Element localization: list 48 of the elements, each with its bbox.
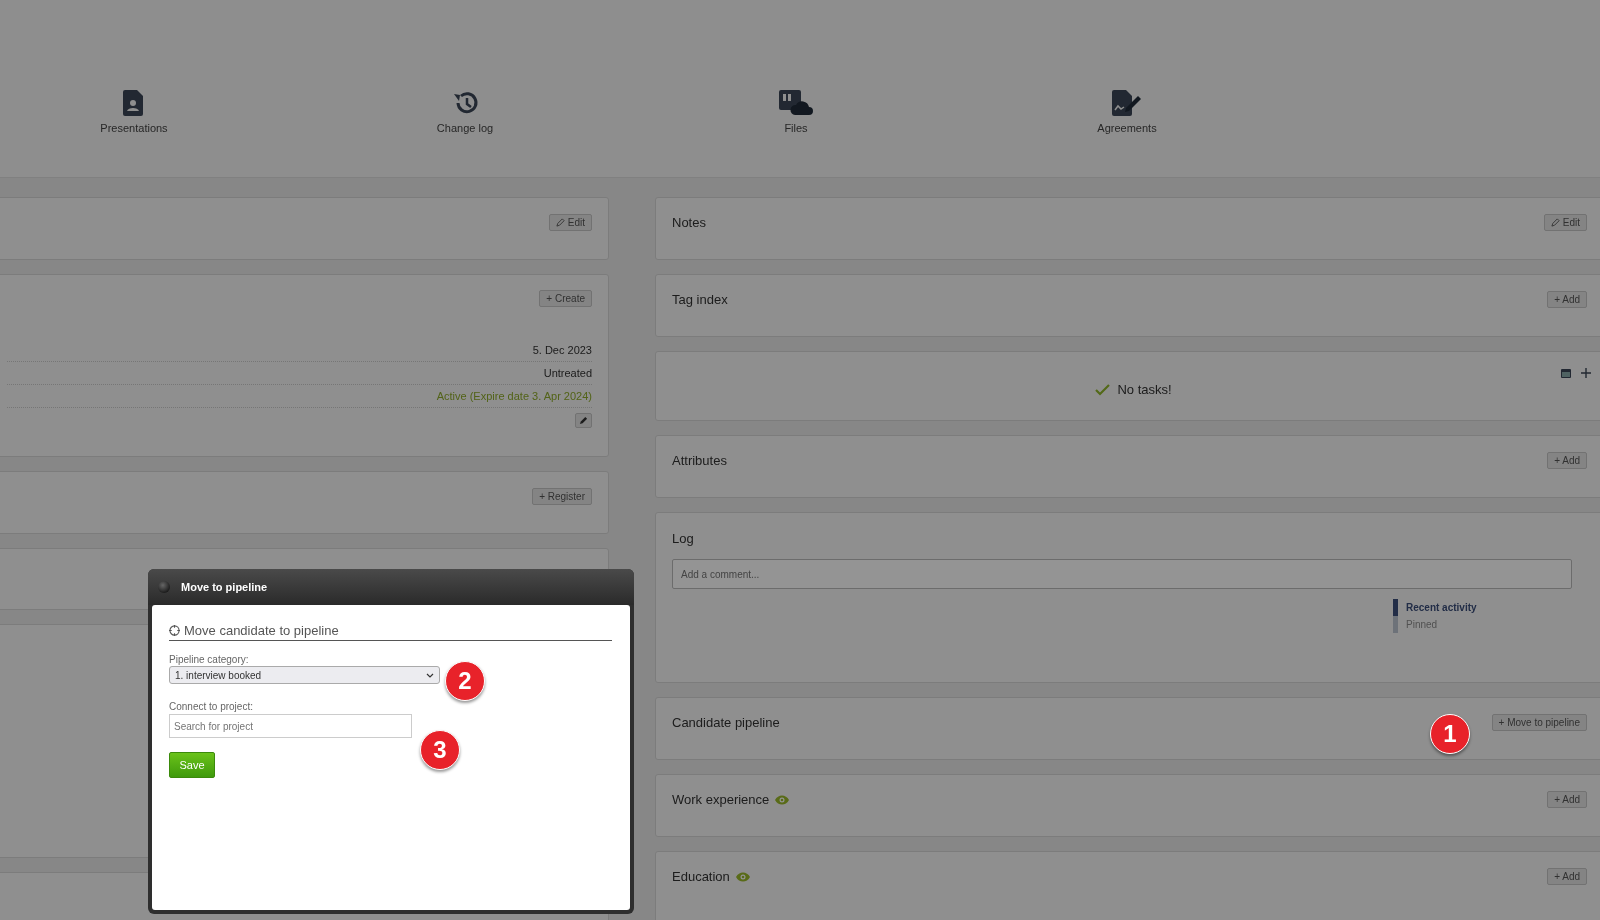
window-button[interactable] bbox=[158, 581, 170, 593]
status-text: Active (Expire date 3. Apr 2024) bbox=[436, 390, 592, 402]
log-tab[interactable]: Pinned bbox=[1393, 616, 1595, 633]
panel-button[interactable]: Edit bbox=[548, 214, 592, 231]
panel-button[interactable]: + Register bbox=[532, 488, 592, 505]
history-icon[interactable] bbox=[451, 90, 479, 116]
category-dropdown[interactable]: 1. interview booked bbox=[169, 666, 440, 684]
section-title: Tag index bbox=[672, 292, 728, 307]
detail-value: 5. Dec 2023 bbox=[532, 344, 592, 356]
panel-button[interactable]: + Add bbox=[1547, 291, 1587, 308]
detail-value: Untreated bbox=[543, 367, 592, 379]
section-title: Work experience bbox=[672, 792, 770, 807]
plus-icon[interactable] bbox=[1581, 368, 1591, 378]
section-title: Notes bbox=[672, 215, 706, 230]
nav-label[interactable]: Files bbox=[784, 122, 808, 134]
person-document-icon[interactable] bbox=[123, 90, 145, 116]
field-label: Connect to project: bbox=[169, 701, 253, 712]
panel-button[interactable]: + Add bbox=[1547, 452, 1587, 469]
pencil-icon bbox=[555, 218, 565, 227]
folder-cloud-icon[interactable] bbox=[779, 90, 813, 116]
dialog-title: Move to pipeline bbox=[181, 581, 268, 593]
panel-button[interactable]: Edit bbox=[1543, 214, 1587, 231]
log-tab[interactable]: Recent activity bbox=[1393, 599, 1595, 616]
nav-label[interactable]: Presentations bbox=[100, 122, 168, 134]
pencil-icon bbox=[579, 415, 588, 425]
calendar-icon[interactable] bbox=[1561, 368, 1571, 378]
section-title: Log bbox=[672, 531, 694, 546]
form-heading: Move candidate to pipeline bbox=[184, 623, 339, 638]
nav-label[interactable]: Agreements bbox=[1097, 122, 1157, 134]
edit-button[interactable] bbox=[575, 412, 592, 428]
nav-label[interactable]: Change log bbox=[436, 122, 494, 134]
section-title: Candidate pipeline bbox=[672, 715, 780, 730]
crosshair-icon bbox=[169, 625, 180, 636]
section-title: Attributes bbox=[672, 453, 727, 468]
pencil-icon bbox=[1550, 218, 1560, 227]
panel-button[interactable]: + Create bbox=[539, 290, 592, 307]
panel-button[interactable]: + Move to pipeline bbox=[1491, 714, 1587, 731]
panel-button[interactable]: + Add bbox=[1547, 791, 1587, 808]
section-title: Education bbox=[672, 869, 730, 884]
chevron-icon bbox=[426, 672, 434, 678]
save-button[interactable]: Save bbox=[169, 752, 215, 778]
document-pen-icon[interactable] bbox=[1112, 90, 1142, 116]
comment-field[interactable]: Add a comment... bbox=[672, 559, 1572, 589]
project-search-field[interactable]: Search for project bbox=[169, 714, 412, 738]
empty-message: No tasks! bbox=[1117, 382, 1172, 397]
checkmark-icon bbox=[1095, 383, 1111, 396]
panel-button[interactable]: + Add bbox=[1547, 868, 1587, 885]
field-label: Pipeline category: bbox=[169, 654, 249, 665]
